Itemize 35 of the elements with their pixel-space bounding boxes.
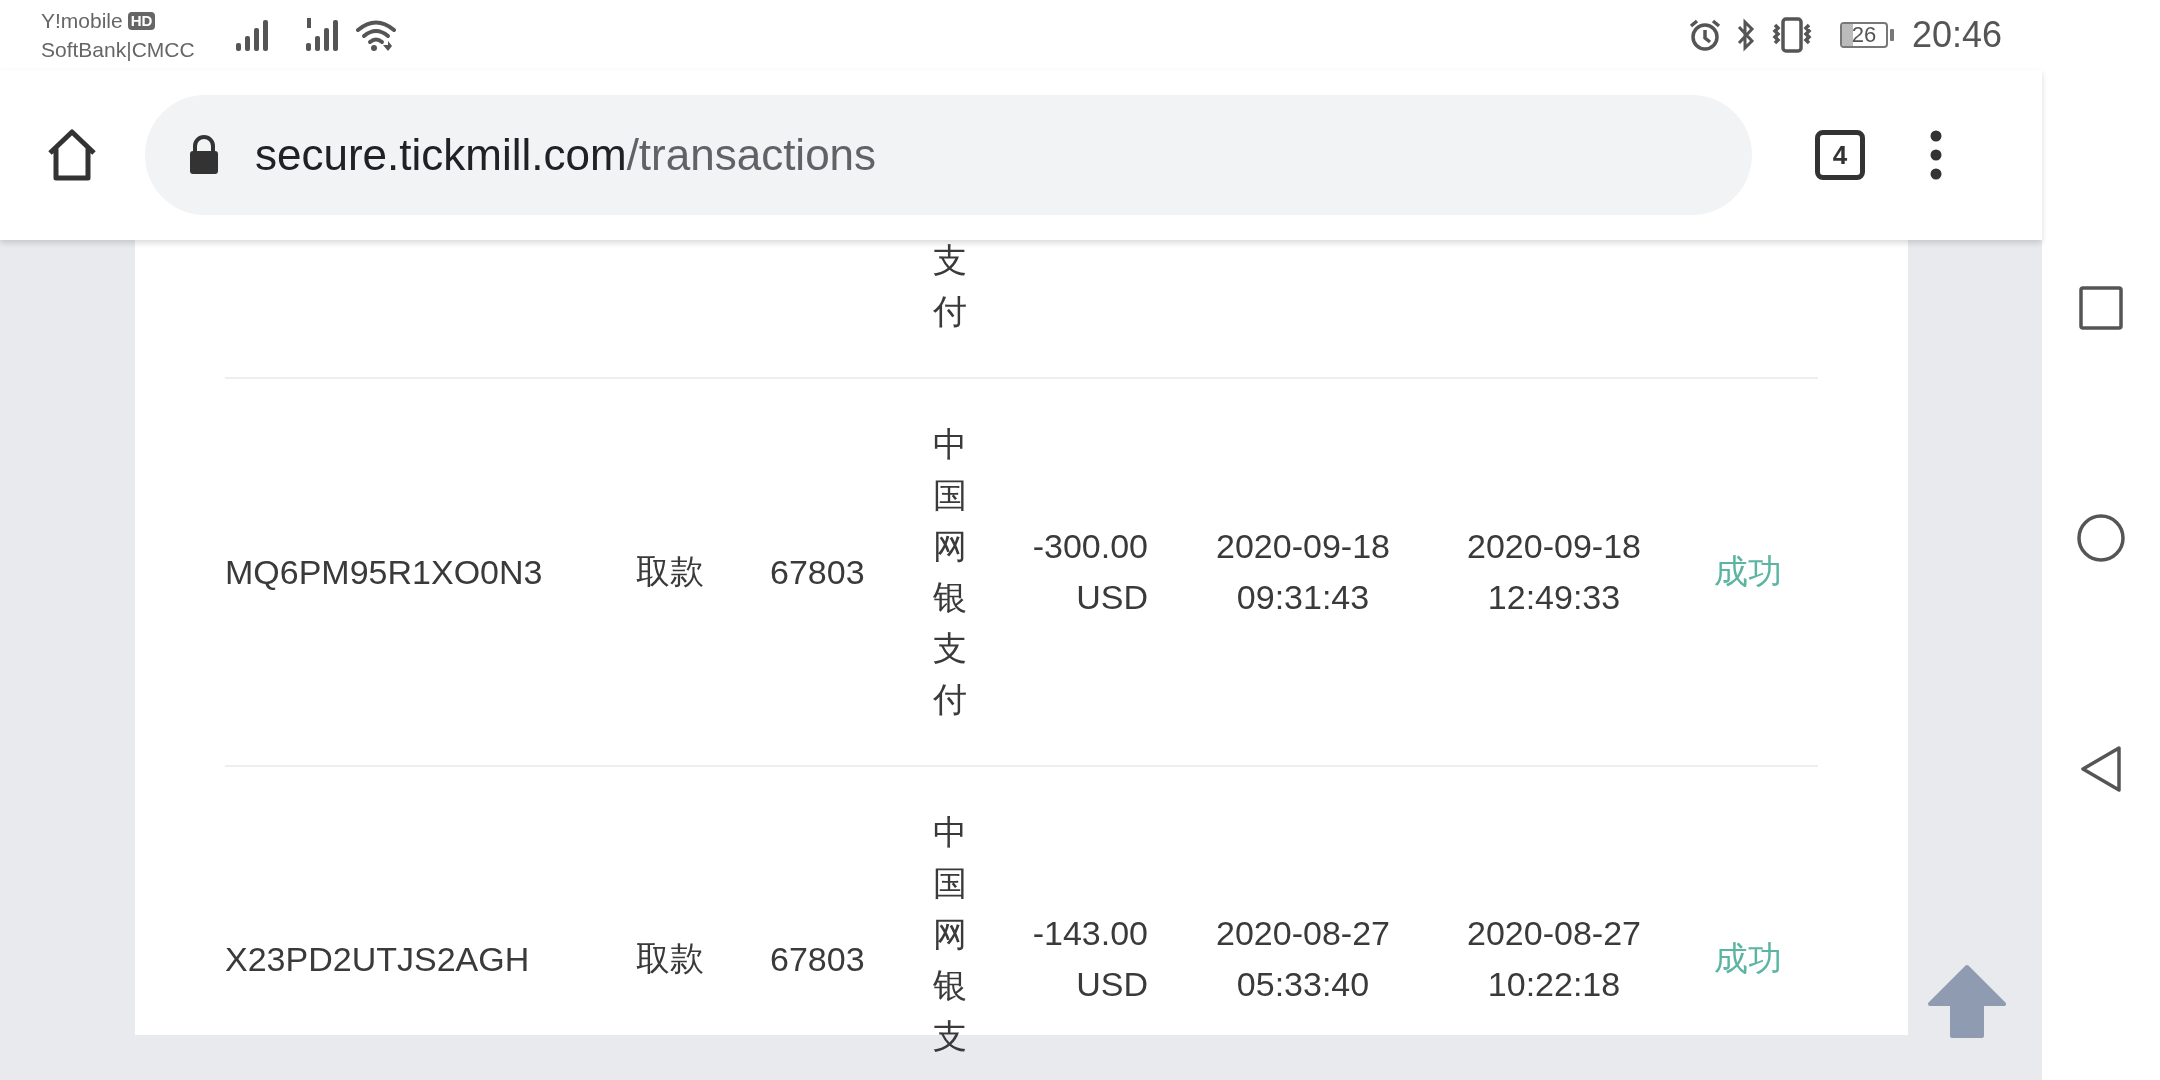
account-number: 67803: [770, 939, 865, 978]
transaction-id: MQ6PM95R1XO0N3: [225, 552, 543, 591]
signal-icon: [234, 17, 271, 53]
bluetooth-icon: [1735, 18, 1756, 52]
status-text: 成功: [1714, 939, 1782, 977]
processed-time: 2020-08-27 10:22:18: [1466, 913, 1642, 1005]
battery-icon: 26: [1839, 22, 1888, 48]
created-time: 2020-08-27 05:33:40: [1215, 913, 1391, 1005]
home-nav-button[interactable]: [2076, 512, 2126, 563]
signal-icon: [304, 17, 341, 53]
amount: -143.00 USD: [1031, 913, 1148, 1005]
payment-method: 中国网银支付: [933, 424, 967, 720]
transaction-type: 取款: [636, 939, 704, 977]
status-text: 成功: [1714, 552, 1782, 590]
transaction-id: X23PD2UTJS2AGH: [225, 939, 530, 978]
carrier-name: SoftBank|CMCC: [41, 37, 195, 63]
lock-icon: [187, 135, 221, 175]
hd-badge: HD: [127, 11, 156, 30]
address-bar[interactable]: secure.tickmill.com/transactions: [145, 95, 1752, 215]
menu-icon[interactable]: [1929, 130, 1943, 180]
recents-button[interactable]: [2078, 285, 2124, 331]
payment-method: 中国网银支: [933, 812, 967, 1057]
url-text: secure.tickmill.com/transactions: [255, 130, 877, 180]
account-number: 67803: [770, 552, 865, 591]
back-button[interactable]: [2078, 744, 2124, 794]
payment-method: 支付: [933, 240, 967, 332]
clock-time: 20:46: [1911, 14, 2002, 56]
alarm-icon: [1687, 18, 1722, 52]
wifi-icon: [354, 18, 397, 52]
transaction-type: 取款: [636, 552, 704, 590]
processed-time: 2020-09-18 12:49:33: [1466, 526, 1642, 618]
created-time: 2020-09-18 09:31:43: [1215, 526, 1391, 618]
amount: -300.00 USD: [1031, 526, 1148, 618]
tab-switcher-button[interactable]: 4: [1815, 130, 1865, 180]
carrier-name: Y!mobile: [41, 8, 123, 34]
